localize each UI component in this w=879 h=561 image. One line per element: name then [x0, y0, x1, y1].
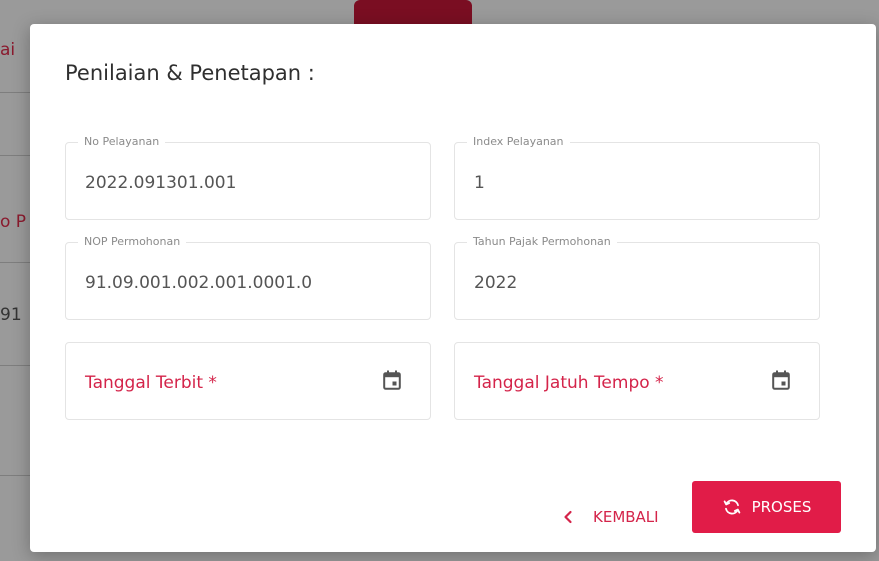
back-button[interactable]: KEMBALI	[561, 499, 659, 535]
background-divider	[0, 262, 30, 263]
field-value: 2022.091301.001	[85, 173, 237, 193]
calendar-icon[interactable]	[383, 370, 401, 390]
field-value: 2022	[474, 273, 518, 293]
background-divider	[0, 365, 30, 366]
process-button-label: PROSES	[751, 498, 812, 516]
field-label: Tahun Pajak Permohonan	[467, 235, 617, 248]
dialog-title: Penilaian & Penetapan :	[65, 61, 315, 85]
field-value: 1	[474, 173, 485, 193]
no-pelayanan-field[interactable]: No Pelayanan 2022.091301.001	[65, 135, 431, 220]
assessment-dialog: Penilaian & Penetapan : No Pelayanan 202…	[30, 24, 876, 552]
process-button[interactable]: PROSES	[692, 481, 841, 533]
sync-icon	[723, 499, 740, 515]
background-header-tab	[354, 0, 472, 24]
background-text-fragment: o P	[0, 212, 27, 232]
nop-permohonan-field[interactable]: NOP Permohonan 91.09.001.002.001.0001.0	[65, 235, 431, 320]
field-placeholder: Tanggal Terbit *	[85, 373, 217, 393]
background-divider	[0, 155, 30, 156]
background-divider	[0, 475, 30, 476]
index-pelayanan-field[interactable]: Index Pelayanan 1	[454, 135, 820, 220]
field-value: 91.09.001.002.001.0001.0	[85, 273, 313, 293]
calendar-icon[interactable]	[772, 370, 790, 390]
chevron-left-icon	[564, 510, 572, 524]
background-text-fragment: 91	[0, 305, 22, 325]
field-label: No Pelayanan	[78, 135, 166, 148]
background-text-fragment: ai	[0, 40, 16, 60]
background-divider	[0, 92, 30, 93]
tahun-pajak-field[interactable]: Tahun Pajak Permohonan 2022	[454, 235, 820, 320]
field-label: NOP Permohonan	[78, 235, 187, 248]
back-button-label: KEMBALI	[593, 508, 659, 526]
tanggal-terbit-field[interactable]: Tanggal Terbit *	[65, 342, 431, 420]
field-placeholder: Tanggal Jatuh Tempo *	[474, 373, 664, 393]
field-label: Index Pelayanan	[467, 135, 570, 148]
tanggal-jatuh-tempo-field[interactable]: Tanggal Jatuh Tempo *	[454, 342, 820, 420]
